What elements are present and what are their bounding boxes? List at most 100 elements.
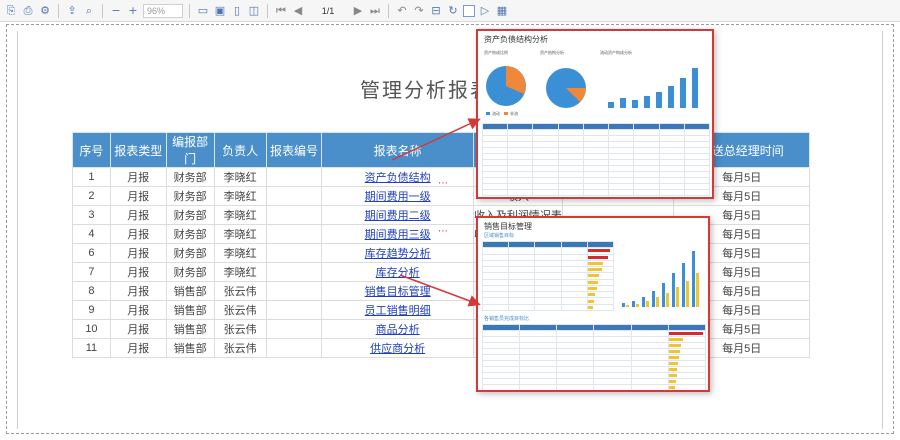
sales-target-popup: 销售目标管理 区域销售目标 各销售员完成目标比 [476, 216, 710, 392]
popup-title: 资产负债结构分析 [484, 35, 548, 44]
report-link[interactable]: 供应商分析 [370, 343, 425, 355]
cell-dept: 销售部 [165, 300, 215, 320]
asset-structure-popup: 资产负债结构分析 资产构成比例 资产结构分析 流动资产构成分析 流动 非流 [476, 29, 714, 199]
cell-dept: 财务部 [165, 167, 215, 187]
cell-owner: 李晓红 [213, 243, 267, 263]
cell-type: 月报 [109, 243, 167, 263]
forward-icon[interactable]: ↷ [412, 4, 426, 18]
zoom-in-icon[interactable]: + [126, 4, 140, 18]
cell-owner: 张云伟 [213, 281, 267, 301]
cell-no: 2 [72, 186, 111, 206]
cell-owner: 李晓红 [213, 224, 267, 244]
cell-code [265, 186, 323, 206]
report-name-cell: 员工销售明细 [321, 300, 474, 320]
toolbar-divider [102, 3, 103, 18]
cell-no: 1 [72, 167, 111, 187]
cell-code [265, 281, 323, 301]
region-table [481, 240, 615, 312]
legend-entry: 非流 [510, 110, 518, 116]
report-name-cell: 供应商分析 [321, 338, 474, 358]
report-title: 管理分析报表 [360, 80, 492, 102]
toolbar-divider [388, 3, 389, 18]
cell-type: 月报 [109, 338, 167, 358]
next-page-icon[interactable]: ▶ [351, 4, 365, 18]
cell-owner: 张云伟 [213, 300, 267, 320]
report-link[interactable]: 期间费用一级 [365, 191, 431, 203]
cell-code [265, 205, 323, 225]
cell-code [265, 319, 323, 339]
col-header: 报表类型 [109, 132, 167, 168]
cell-owner: 李晓红 [213, 205, 267, 225]
zoom-out-icon[interactable]: − [109, 4, 123, 18]
bookmark-icon[interactable]: ⊟ [429, 4, 443, 18]
cell-type: 月报 [109, 281, 167, 301]
report-name-cell: 期间费用一级 [321, 186, 474, 206]
cell-dept: 销售部 [165, 281, 215, 301]
report-link[interactable]: 员工销售明细 [365, 305, 431, 317]
cell-no: 4 [72, 224, 111, 244]
print-icon[interactable]: ⎙ [21, 4, 35, 18]
back-icon[interactable]: ↶ [395, 4, 409, 18]
report-link[interactable]: 销售目标管理 [365, 286, 431, 298]
cell-no: 11 [72, 338, 111, 358]
cell-owner: 李晓红 [213, 262, 267, 282]
report-link[interactable]: 资产负债结构 [365, 172, 431, 184]
fit-page-icon[interactable]: ▣ [213, 4, 227, 18]
copy-icon[interactable]: ⎘ [4, 4, 18, 18]
overflow-dots: ⋯ [438, 178, 448, 189]
cell-dept: 财务部 [165, 243, 215, 263]
single-page-icon[interactable]: ▯ [230, 4, 244, 18]
chart-label: 流动资产构成分析 [600, 49, 632, 55]
first-page-icon[interactable]: ⏮ [274, 4, 288, 18]
report-link[interactable]: 库存分析 [376, 267, 420, 279]
toolbar-divider [58, 3, 59, 18]
report-link[interactable]: 库存趋势分析 [365, 248, 431, 260]
refresh-icon[interactable]: ↻ [446, 4, 460, 18]
cell-code [265, 300, 323, 320]
cell-no: 8 [72, 281, 111, 301]
cell-type: 月报 [109, 167, 167, 187]
report-name-cell: 商品分析 [321, 319, 474, 339]
overflow-dots: ⋯ [438, 226, 448, 237]
checkbox-icon[interactable] [463, 4, 475, 17]
cell-dept: 销售部 [165, 338, 215, 358]
cell-type: 月报 [109, 262, 167, 282]
cell-owner: 李晓红 [213, 186, 267, 206]
print-setup-icon[interactable]: ⚙ [38, 4, 52, 18]
grid-icon[interactable]: ▦ [495, 4, 509, 18]
report-link[interactable]: 商品分析 [376, 324, 420, 336]
viewer-toolbar: ⎘ ⎙ ⚙ ⇪ ⌕ − + 96% ▭ ▣ ▯ ◫ ⏮ ◀ 1/1 ▶ ⏭ ↶ … [0, 0, 900, 22]
cell-type: 月报 [109, 205, 167, 225]
cell-no: 10 [72, 319, 111, 339]
report-link[interactable]: 期间费用三级 [365, 229, 431, 241]
cell-dept: 财务部 [165, 205, 215, 225]
export-icon[interactable]: ⇪ [65, 4, 79, 18]
staff-table [481, 324, 707, 390]
sales-bar-chart [622, 251, 699, 307]
find-icon[interactable]: ⌕ [82, 4, 96, 18]
cell-code [265, 167, 323, 187]
last-page-icon[interactable]: ⏭ [368, 4, 382, 18]
cell-type: 月报 [109, 300, 167, 320]
cell-type: 月报 [109, 224, 167, 244]
play-icon[interactable]: ▷ [478, 4, 492, 18]
report-name-cell: 库存趋势分析 [321, 243, 474, 263]
chart-label: 资产结构分析 [540, 49, 564, 55]
zoom-input[interactable]: 96% [143, 3, 183, 18]
two-page-icon[interactable]: ◫ [247, 4, 261, 18]
prev-page-icon[interactable]: ◀ [291, 4, 305, 18]
report-name-cell: 销售目标管理 [321, 281, 474, 301]
report-name-cell: 库存分析 [321, 262, 474, 282]
col-header: 序号 [72, 132, 111, 168]
toolbar-divider [189, 3, 190, 18]
popup-subtitle: 区域销售目标 [484, 233, 515, 239]
fit-width-icon[interactable]: ▭ [196, 4, 210, 18]
report-link[interactable]: 期间费用二级 [365, 210, 431, 222]
popup-charts: 资产构成比例 资产结构分析 流动资产构成分析 流动 非流 [484, 49, 698, 116]
legend-entry: 流动 [492, 110, 500, 116]
page-indicator[interactable]: 1/1 [308, 6, 348, 16]
cell-code [265, 224, 323, 244]
toolbar-divider [267, 3, 268, 18]
popup-subtitle: 各销售员完成目标比 [484, 316, 530, 322]
cell-type: 月报 [109, 186, 167, 206]
